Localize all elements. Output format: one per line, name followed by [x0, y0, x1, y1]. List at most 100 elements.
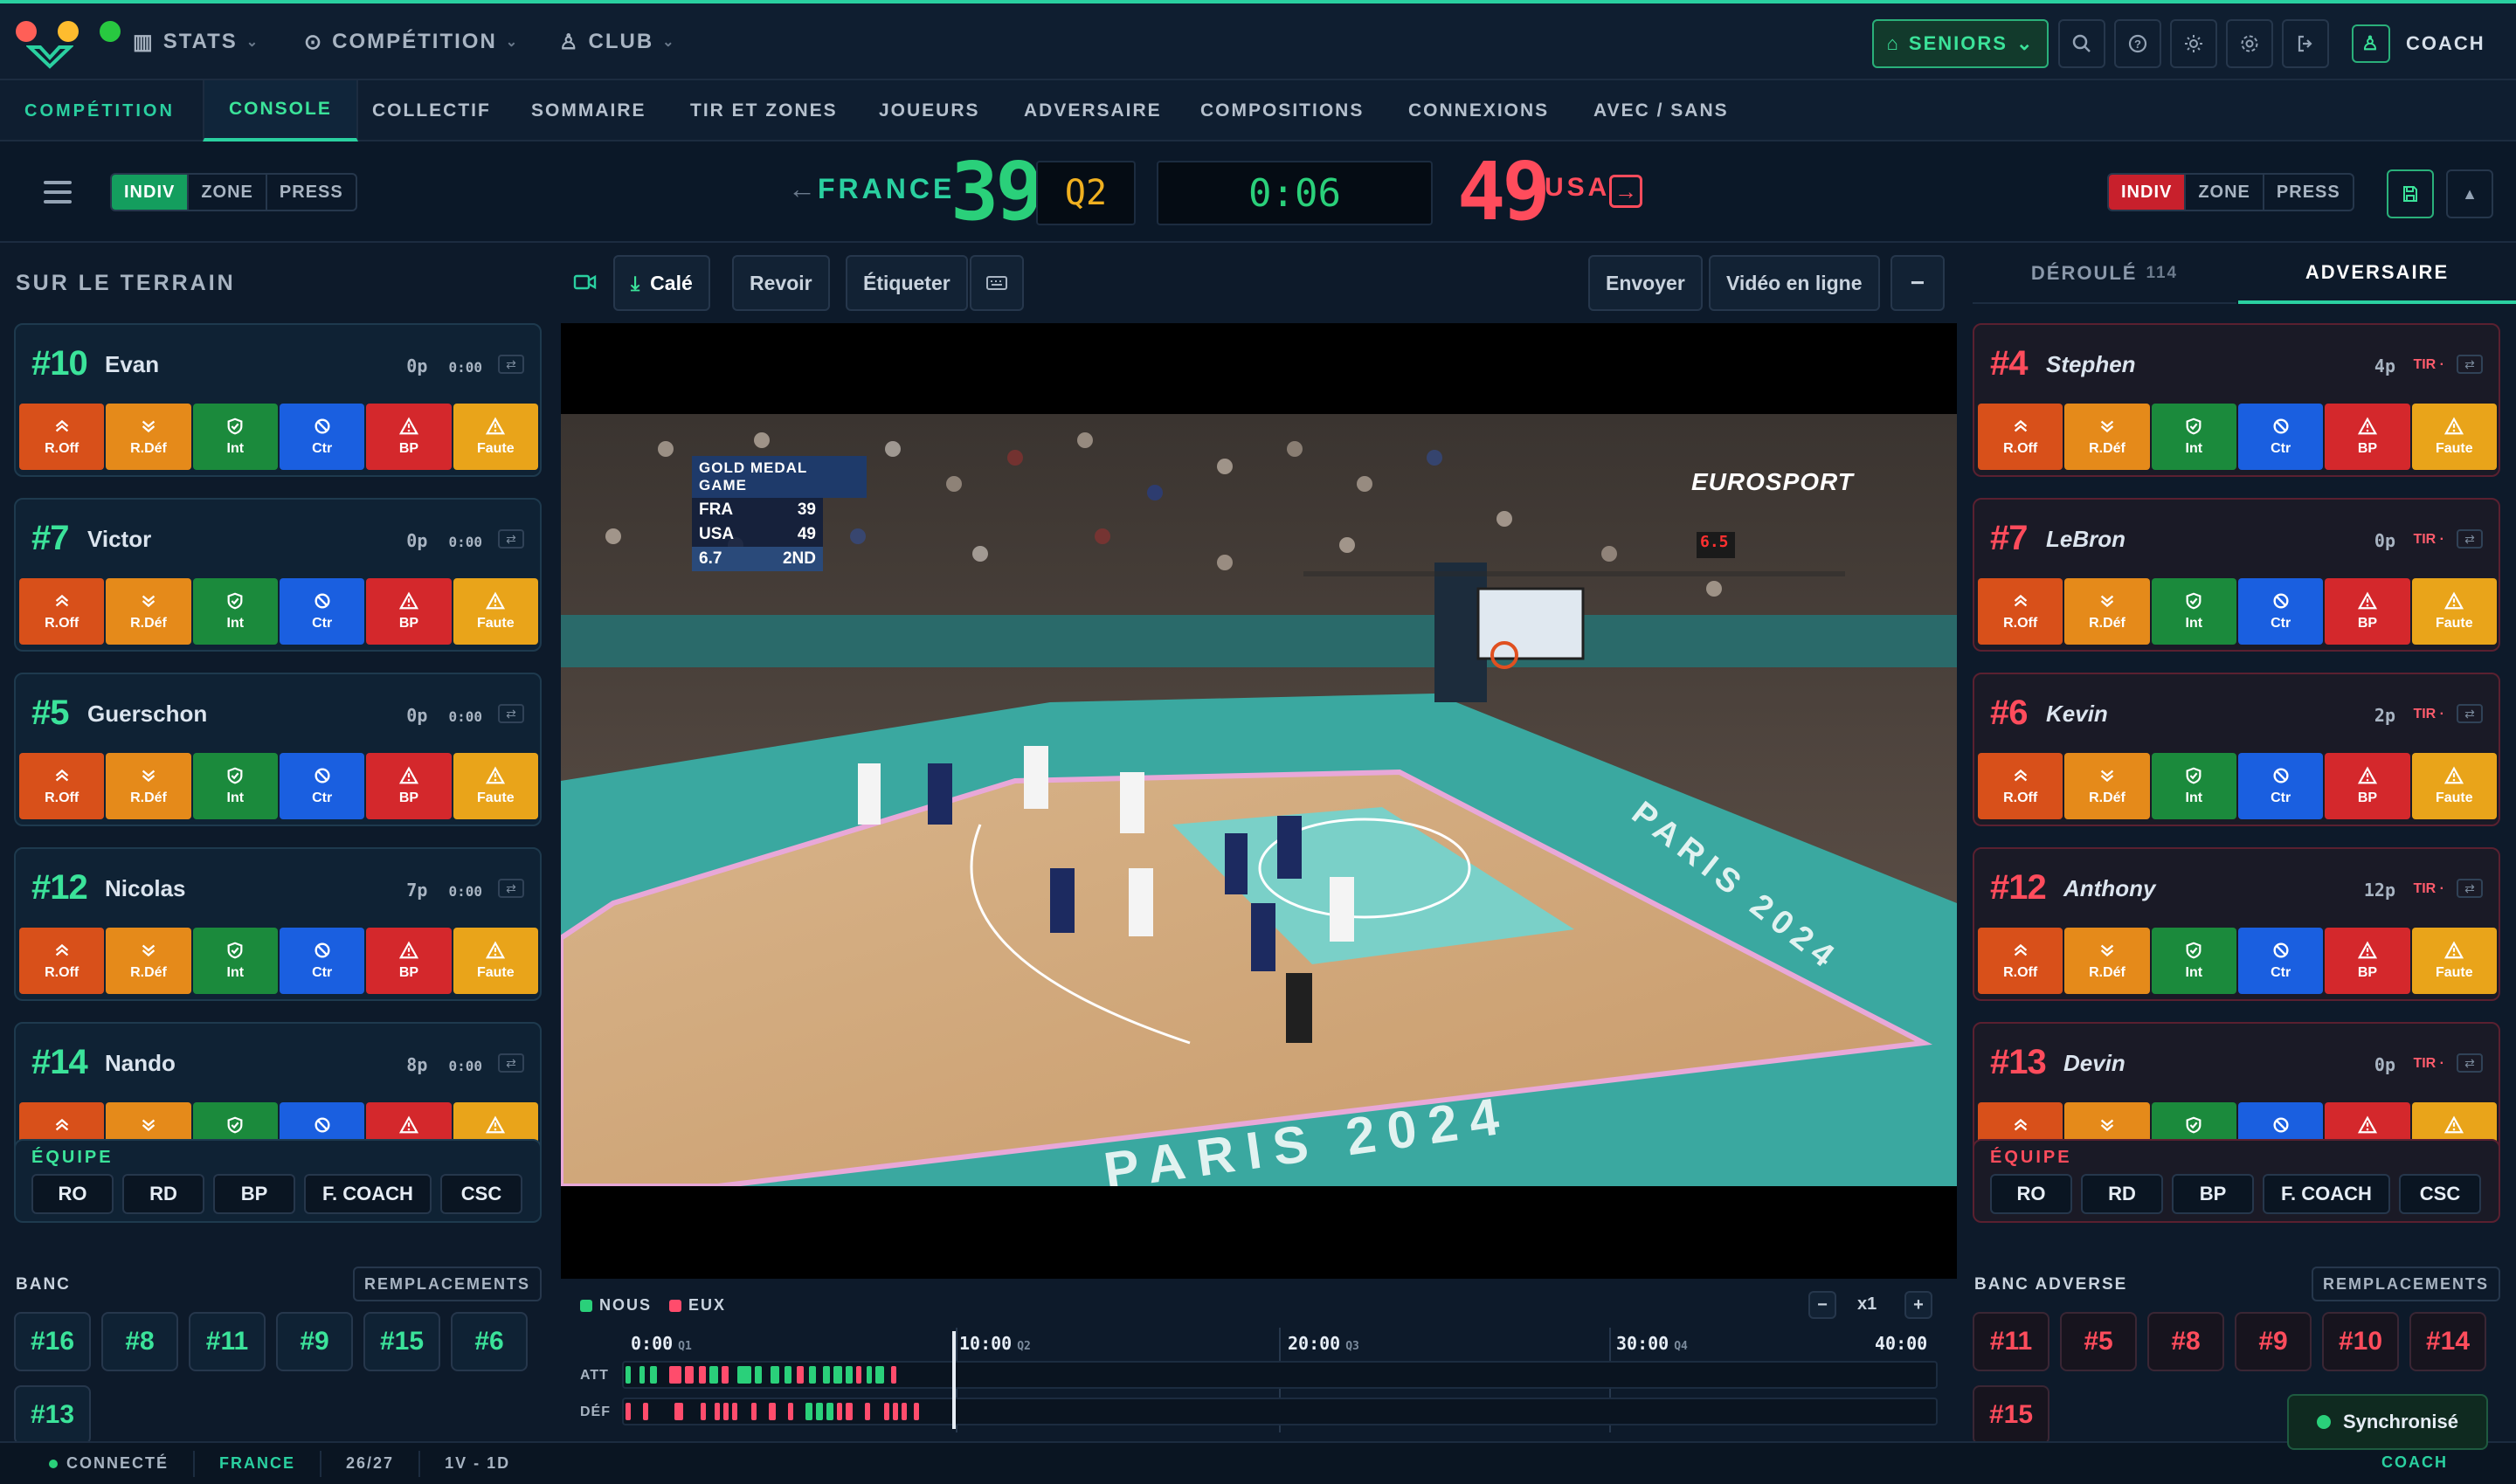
- defense-indiv-button[interactable]: INDIV: [2109, 175, 2187, 210]
- user-menu[interactable]: ♙ COACH: [2352, 19, 2500, 68]
- event-marker-them[interactable]: [685, 1366, 694, 1384]
- tab-compositions[interactable]: COMPOSITIONS: [1200, 80, 1364, 141]
- event-marker-them[interactable]: [788, 1403, 793, 1420]
- tab-connexions[interactable]: CONNEXIONS: [1408, 80, 1549, 141]
- save-button[interactable]: [2387, 169, 2434, 218]
- event-marker-them[interactable]: [914, 1403, 919, 1420]
- foul-button[interactable]: Faute: [2411, 928, 2497, 994]
- video-frame[interactable]: GOLD MEDAL GAME FRA 39 USA 49 6.7 2ND EUROS…: [561, 414, 1957, 1186]
- tab-sommaire[interactable]: SOMMAIRE: [531, 80, 646, 141]
- swap-icon[interactable]: ⇄: [498, 529, 524, 549]
- event-marker-them[interactable]: [846, 1403, 853, 1420]
- foul-button[interactable]: Faute: [2411, 753, 2497, 819]
- foul-button[interactable]: Faute: [2411, 578, 2497, 645]
- event-marker-them[interactable]: [751, 1403, 757, 1420]
- settings-button[interactable]: [2226, 19, 2273, 68]
- timeline-track-def[interactable]: [622, 1398, 1938, 1425]
- team-f-coach-button[interactable]: F. COACH: [304, 1174, 432, 1214]
- foul-button[interactable]: Faute: [453, 928, 538, 994]
- block-button[interactable]: Ctr: [2237, 928, 2324, 994]
- bench-player-button[interactable]: #16: [14, 1312, 91, 1371]
- defense-zone-button[interactable]: ZONE: [2186, 175, 2264, 210]
- event-marker-us[interactable]: [833, 1366, 842, 1384]
- menu-stats[interactable]: ▥ STATS ⌄: [133, 3, 259, 80]
- event-marker-them[interactable]: [769, 1403, 776, 1420]
- swap-icon[interactable]: ⇄: [2457, 355, 2483, 374]
- replacements-button[interactable]: REMPLACEMENTS: [353, 1267, 542, 1301]
- tab-avec-sans[interactable]: AVEC / SANS: [1593, 80, 1729, 141]
- zoom-in-button[interactable]: +: [1904, 1291, 1932, 1319]
- event-marker-us[interactable]: [650, 1366, 657, 1384]
- tab-console[interactable]: CONSOLE: [203, 80, 358, 141]
- team-rd-button[interactable]: RD: [122, 1174, 204, 1214]
- event-marker-us[interactable]: [805, 1403, 812, 1420]
- foul-button[interactable]: Faute: [453, 578, 538, 645]
- camera-icon[interactable]: [573, 273, 598, 292]
- defensive-rebound-button[interactable]: R.Déf: [2064, 928, 2150, 994]
- opponent-bench-player-button[interactable]: #5: [2060, 1312, 2137, 1371]
- opponent-bench-player-button[interactable]: #14: [2409, 1312, 2486, 1371]
- maximize-window-button[interactable]: [100, 21, 121, 42]
- turnover-button[interactable]: BP: [366, 753, 452, 819]
- minimize-video-button[interactable]: −: [1890, 255, 1945, 311]
- interception-button[interactable]: Int: [2151, 578, 2236, 645]
- defense-zone-button[interactable]: ZONE: [189, 175, 267, 210]
- turnover-button[interactable]: BP: [2325, 578, 2410, 645]
- offensive-rebound-button[interactable]: R.Off: [1978, 928, 2063, 994]
- zoom-out-button[interactable]: −: [1808, 1291, 1836, 1319]
- event-marker-us[interactable]: [626, 1366, 631, 1384]
- team-rd-button[interactable]: RD: [2081, 1174, 2163, 1214]
- bench-player-button[interactable]: #15: [363, 1312, 440, 1371]
- block-button[interactable]: Ctr: [279, 578, 365, 645]
- synced-button[interactable]: ⤓ Calé: [613, 255, 710, 311]
- bench-player-button[interactable]: #13: [14, 1385, 91, 1445]
- event-marker-them[interactable]: [797, 1366, 804, 1384]
- event-marker-us[interactable]: [771, 1366, 779, 1384]
- collapse-button[interactable]: ▲: [2446, 169, 2493, 218]
- event-marker-us[interactable]: [867, 1366, 872, 1384]
- interception-button[interactable]: Int: [2151, 753, 2236, 819]
- foul-button[interactable]: Faute: [453, 753, 538, 819]
- bench-player-button[interactable]: #8: [101, 1312, 178, 1371]
- keyboard-button[interactable]: [970, 255, 1024, 311]
- team-bp-button[interactable]: BP: [213, 1174, 295, 1214]
- defensive-rebound-button[interactable]: R.Déf: [106, 753, 191, 819]
- defensive-rebound-button[interactable]: R.Déf: [106, 404, 191, 470]
- swap-icon[interactable]: ⇄: [498, 879, 524, 898]
- bench-player-button[interactable]: #9: [276, 1312, 353, 1371]
- opponent-player-card[interactable]: #12 Anthony 12p TIR · ⇄ R.Off R.Déf Int Ct…: [1973, 847, 2500, 1001]
- interception-button[interactable]: Int: [192, 404, 278, 470]
- app-logo[interactable]: [26, 30, 73, 70]
- interception-button[interactable]: Int: [192, 753, 278, 819]
- event-marker-them[interactable]: [884, 1403, 889, 1420]
- offensive-rebound-button[interactable]: R.Off: [19, 404, 105, 470]
- event-marker-us[interactable]: [809, 1366, 816, 1384]
- menu-competition[interactable]: ⊙ COMPÉTITION ⌄: [304, 3, 519, 80]
- tab-collectif[interactable]: COLLECTIF: [372, 80, 491, 141]
- event-marker-us[interactable]: [816, 1403, 823, 1420]
- opponent-bench-player-button[interactable]: #9: [2235, 1312, 2312, 1371]
- defense-indiv-button[interactable]: INDIV: [112, 175, 190, 210]
- send-button[interactable]: Envoyer: [1588, 255, 1703, 311]
- tab-opponent[interactable]: ADVERSAIRE: [2238, 245, 2516, 304]
- video-player[interactable]: GOLD MEDAL GAME FRA 39 USA 49 6.7 2ND EUROS…: [561, 323, 1957, 1279]
- event-marker-us[interactable]: [785, 1366, 791, 1384]
- bench-player-button[interactable]: #11: [189, 1312, 266, 1371]
- logout-button[interactable]: [2282, 19, 2329, 68]
- team-ro-button[interactable]: RO: [31, 1174, 114, 1214]
- block-button[interactable]: Ctr: [2237, 404, 2324, 470]
- opponent-bench-player-button[interactable]: #10: [2322, 1312, 2399, 1371]
- help-button[interactable]: ?: [2114, 19, 2161, 68]
- team-selector[interactable]: ⌂ SENIORS ⌄: [1872, 19, 2049, 68]
- turnover-button[interactable]: BP: [2325, 404, 2410, 470]
- block-button[interactable]: Ctr: [279, 928, 365, 994]
- foul-button[interactable]: Faute: [453, 404, 538, 470]
- event-marker-them[interactable]: [722, 1366, 729, 1384]
- defensive-rebound-button[interactable]: R.Déf: [2064, 753, 2150, 819]
- offensive-rebound-button[interactable]: R.Off: [19, 753, 105, 819]
- online-video-button[interactable]: Vidéo en ligne: [1709, 255, 1880, 311]
- opponent-bench-player-button[interactable]: #8: [2147, 1312, 2224, 1371]
- turnover-button[interactable]: BP: [2325, 928, 2410, 994]
- offensive-rebound-button[interactable]: R.Off: [1978, 404, 2063, 470]
- turnover-button[interactable]: BP: [2325, 753, 2410, 819]
